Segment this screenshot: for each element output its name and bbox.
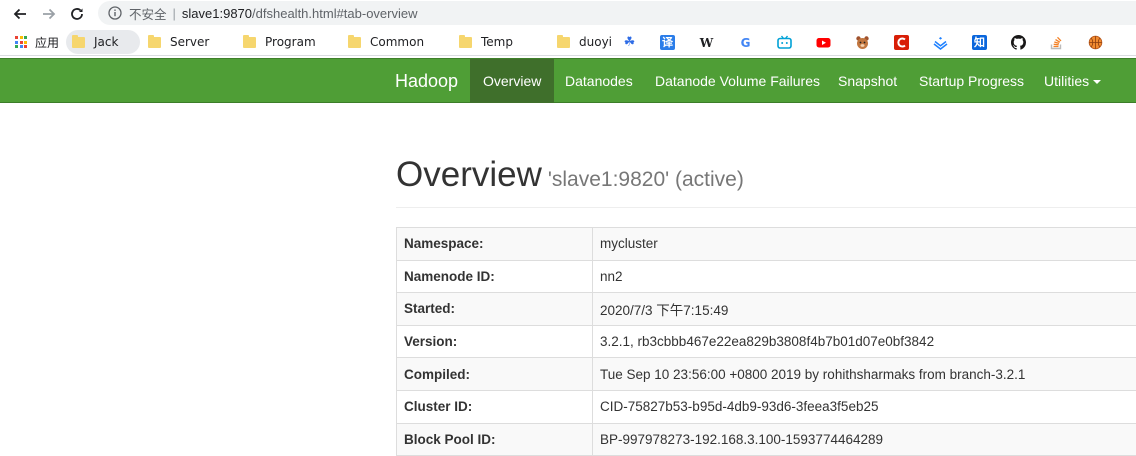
- apps-label: 应用: [35, 34, 59, 51]
- url-host: slave1:9870: [182, 6, 252, 21]
- row-key: Started:: [397, 293, 593, 326]
- bookmark-label: Jack: [94, 35, 118, 49]
- wikipedia-icon[interactable]: W: [699, 35, 714, 50]
- row-value: CID-75827b53-b95d-4db9-93d6-3feea3f5eb25: [593, 390, 1136, 423]
- bookmark-label: Temp: [481, 35, 513, 49]
- basketball-icon[interactable]: [1088, 35, 1103, 50]
- row-value: Tue Sep 10 23:56:00 +0800 2019 by rohith…: [593, 358, 1136, 391]
- nav-snapshot[interactable]: Snapshot: [825, 59, 910, 103]
- page-header: Overview 'slave1:9820' (active): [396, 150, 1136, 208]
- page-title: Overview 'slave1:9820' (active): [396, 150, 1136, 205]
- github-icon[interactable]: [1011, 35, 1026, 50]
- row-value: BP-997978273-192.168.3.100-1593774464289: [593, 423, 1136, 456]
- row-key: Compiled:: [397, 358, 593, 391]
- reload-button[interactable]: [66, 3, 88, 25]
- bookmark-label: Server: [170, 35, 209, 49]
- info-icon[interactable]: [108, 6, 122, 20]
- stackoverflow-icon[interactable]: [1049, 35, 1064, 50]
- table-row: Namespace:mycluster: [397, 228, 1136, 261]
- bookmark-label: Common: [370, 35, 424, 49]
- row-value: mycluster: [593, 228, 1136, 261]
- bookmark-folder-common[interactable]: Common: [348, 30, 424, 54]
- nav-datanode-volume-failures[interactable]: Datanode Volume Failures: [642, 59, 833, 103]
- hadoop-navbar: Hadoop Overview Datanodes Datanode Volum…: [0, 58, 1136, 103]
- table-row: Started:2020/7/3 下午7:15:49: [397, 293, 1136, 326]
- row-key: Version:: [397, 325, 593, 358]
- bookmark-folder-server[interactable]: Server: [148, 30, 209, 54]
- row-key: Cluster ID:: [397, 390, 593, 423]
- table-row: Block Pool ID:BP-997978273-192.168.3.100…: [397, 423, 1136, 456]
- folder-icon: [148, 37, 161, 48]
- caret-down-icon: [1093, 80, 1101, 84]
- nav-utilities-label: Utilities: [1044, 73, 1089, 89]
- overview-table: Namespace:mycluster Namenode ID:nn2 Star…: [396, 227, 1136, 456]
- bookmark-folder-temp[interactable]: Temp: [459, 30, 513, 54]
- browser-toolbar: 不安全 | slave1:9870/dfshealth.html#tab-ove…: [0, 0, 1136, 28]
- zhihu-glyph: 知: [974, 37, 985, 48]
- address-bar[interactable]: 不安全 | slave1:9870/dfshealth.html#tab-ove…: [98, 1, 1136, 25]
- row-value: nn2: [593, 260, 1136, 293]
- row-value: 3.2.1, rb3cbbb467e22ea829b3808f4b7b01d07…: [593, 325, 1136, 358]
- table-row: Version:3.2.1, rb3cbbb467e22ea829b3808f4…: [397, 325, 1136, 358]
- bookmark-label: duoyi: [579, 35, 612, 49]
- google-icon[interactable]: G: [738, 35, 753, 50]
- arrow-right-icon: [41, 6, 57, 22]
- table-row: Namenode ID:nn2: [397, 260, 1136, 293]
- arrow-left-icon: [12, 6, 28, 22]
- row-key: Namenode ID:: [397, 260, 593, 293]
- youtube-icon[interactable]: [816, 35, 831, 50]
- security-label: 不安全: [129, 4, 167, 23]
- row-key: Namespace:: [397, 228, 593, 261]
- bookmark-folder-jack[interactable]: Jack: [66, 30, 140, 54]
- table-row: Cluster ID:CID-75827b53-b95d-4db9-93d6-3…: [397, 390, 1136, 423]
- baidu-paw-icon[interactable]: ☘: [622, 35, 637, 50]
- nav-utilities-dropdown[interactable]: Utilities: [1031, 59, 1114, 103]
- nav-datanodes[interactable]: Datanodes: [552, 59, 646, 103]
- csdn-icon[interactable]: [894, 35, 909, 50]
- google-glyph: G: [741, 37, 751, 49]
- folder-icon: [72, 37, 85, 48]
- apps-grid-icon: [15, 36, 27, 48]
- folder-icon: [459, 37, 472, 48]
- zhihu-icon[interactable]: 知: [972, 35, 987, 50]
- bookmarks-bar: 应用 Jack Server Program Common Temp duoyi…: [0, 28, 1136, 56]
- translate-icon[interactable]: 译: [660, 35, 675, 50]
- table-row: Compiled:Tue Sep 10 23:56:00 +0800 2019 …: [397, 358, 1136, 391]
- apps-shortcut[interactable]: 应用: [15, 30, 59, 54]
- wikipedia-glyph: W: [700, 37, 713, 49]
- nav-startup-progress[interactable]: Startup Progress: [906, 59, 1037, 103]
- folder-icon: [557, 37, 570, 48]
- navbar-brand[interactable]: Hadoop: [395, 59, 458, 103]
- bookmark-folder-program[interactable]: Program: [243, 30, 316, 54]
- translate-glyph: 译: [662, 37, 673, 48]
- nav-overview[interactable]: Overview: [470, 59, 554, 103]
- bookmark-folder-duoyi[interactable]: duoyi: [557, 30, 612, 54]
- row-value: 2020/7/3 下午7:15:49: [593, 293, 1136, 326]
- juejin-icon[interactable]: [933, 35, 948, 50]
- folder-icon: [243, 37, 256, 48]
- page-title-text: Overview: [396, 155, 542, 194]
- url-separator: |: [173, 6, 176, 21]
- bookmark-label: Program: [265, 35, 316, 49]
- url-path: /dfshealth.html#tab-overview: [252, 6, 417, 21]
- bilibili-icon[interactable]: [777, 35, 792, 50]
- folder-icon: [348, 37, 361, 48]
- namenode-status: 'slave1:9820' (active): [548, 168, 744, 191]
- forward-button[interactable]: [38, 3, 60, 25]
- row-key: Block Pool ID:: [397, 423, 593, 456]
- reload-icon: [69, 6, 85, 22]
- bear-icon[interactable]: [855, 35, 870, 50]
- back-button[interactable]: [9, 3, 31, 25]
